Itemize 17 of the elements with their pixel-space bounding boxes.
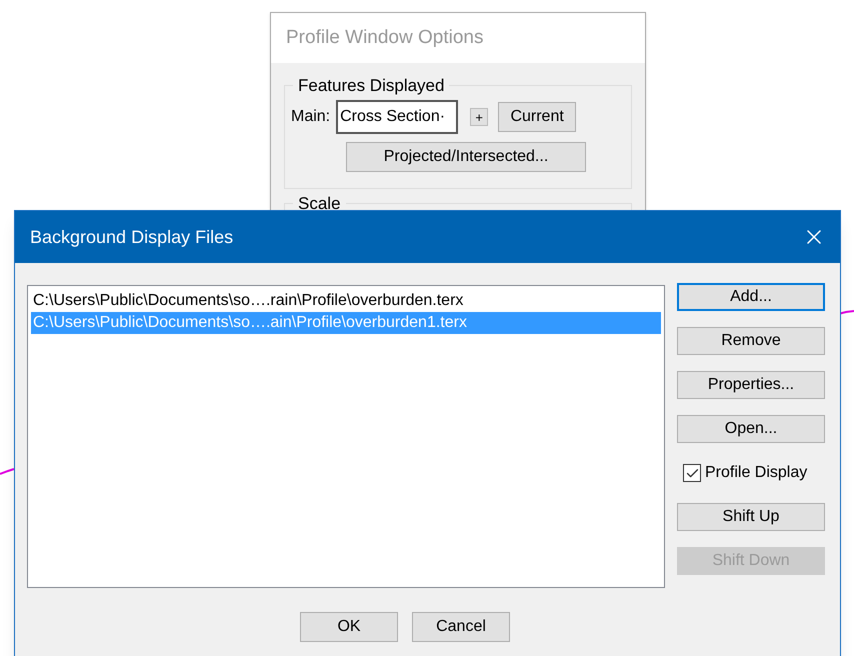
main-field[interactable]: Cross Section·: [336, 100, 458, 134]
file-list-item[interactable]: C:\Users\Public\Documents\so….rain\Profile\overburden.terx: [31, 290, 661, 312]
dialog-button[interactable]: Open...: [677, 415, 825, 443]
projected-button[interactable]: Projected/Intersected...: [346, 142, 586, 172]
dialog-button[interactable]: Shift Up: [677, 503, 825, 531]
checkbox-label: Profile Display: [705, 463, 808, 483]
dialog-button[interactable]: Cancel: [412, 612, 510, 642]
main-label: Main:: [291, 107, 330, 127]
dialog-button[interactable]: Remove: [677, 327, 825, 355]
dialog-title: Background Display Files: [30, 226, 234, 249]
dialog-button[interactable]: Add...: [677, 283, 825, 311]
window-title: Profile Window Options: [271, 13, 645, 63]
current-button[interactable]: Current: [498, 102, 576, 132]
dialog-button[interactable]: OK: [300, 612, 398, 642]
dialog-button[interactable]: Properties...: [677, 371, 825, 399]
checkbox[interactable]: [683, 464, 701, 482]
plus-button[interactable]: +: [470, 108, 488, 126]
